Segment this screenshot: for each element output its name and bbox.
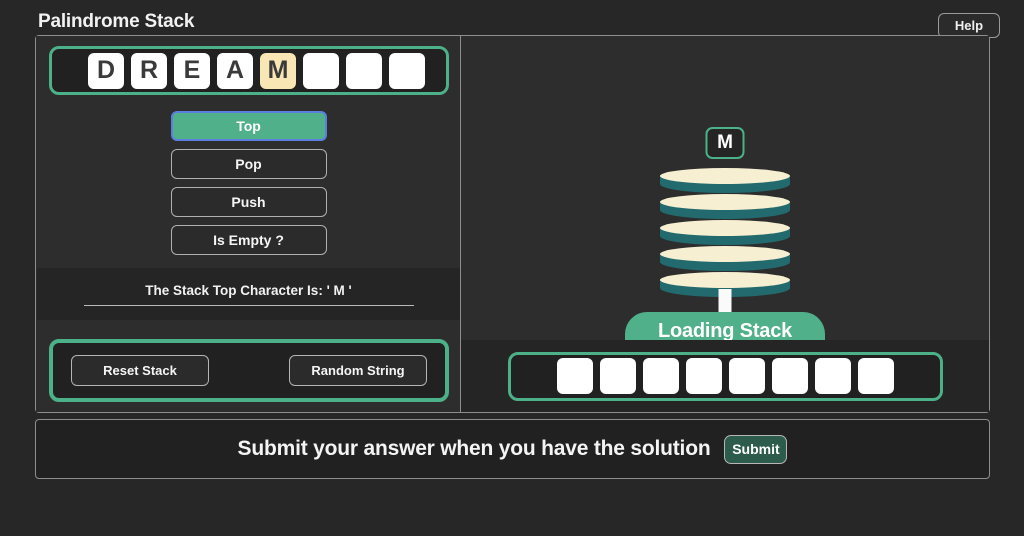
output-letter-tile[interactable] <box>556 358 593 394</box>
op-button-pop[interactable]: Pop <box>170 149 327 179</box>
input-letter-tile[interactable]: D <box>88 52 124 89</box>
submit-button[interactable]: Submit <box>724 434 788 464</box>
op-button-push[interactable]: Push <box>170 187 327 217</box>
stack-operation-list: Top Pop Push Is Empty ? <box>36 111 461 255</box>
submit-bar: Submit your answer when you have the sol… <box>35 419 990 479</box>
op-button-top[interactable]: Top <box>170 111 327 141</box>
input-letter-tile[interactable] <box>346 52 382 89</box>
output-word-row <box>507 351 943 401</box>
output-letter-tile[interactable] <box>857 358 894 394</box>
stack-disk <box>660 220 790 246</box>
stack-disk-top <box>660 168 790 184</box>
status-strip: The Stack Top Character Is: ' M ' <box>37 268 460 320</box>
input-word-row: DREAM <box>49 46 449 95</box>
control-panel: DREAM Top Pop Push Is Empty ? The Stack Top… <box>36 36 461 412</box>
main-frame: DREAM Top Pop Push Is Empty ? The Stack Top… <box>35 35 990 413</box>
reset-stack-button[interactable]: Reset Stack <box>71 355 209 386</box>
input-tile-list: DREAM <box>88 52 425 89</box>
output-tile-list <box>556 358 894 394</box>
input-letter-tile[interactable]: R <box>131 52 167 89</box>
stack-graphic: M Loading Stack <box>595 36 855 350</box>
output-letter-tile[interactable] <box>685 358 722 394</box>
stack-disk-top <box>660 246 790 262</box>
output-letter-tile[interactable] <box>728 358 765 394</box>
visualization-panel: M Loading Stack <box>461 36 989 412</box>
stack-disk-top <box>660 194 790 210</box>
status-divider <box>83 304 414 306</box>
random-string-button[interactable]: Random String <box>289 355 427 386</box>
utility-control-group: Reset Stack Random String <box>49 339 449 402</box>
input-letter-tile[interactable]: A <box>217 52 253 89</box>
output-letter-tile[interactable] <box>642 358 679 394</box>
submit-prompt: Submit your answer when you have the sol… <box>237 437 711 460</box>
input-letter-tile[interactable] <box>303 52 339 89</box>
input-letter-tile[interactable]: M <box>260 52 296 89</box>
stack-visualization: M Loading Stack <box>461 36 989 373</box>
stack-top-badge: M <box>705 127 745 159</box>
input-letter-tile[interactable] <box>389 52 425 89</box>
output-letter-tile[interactable] <box>599 358 636 394</box>
title-bar: Palindrome Stack Help <box>0 0 1024 38</box>
stack-disk-top <box>660 220 790 236</box>
output-letter-tile[interactable] <box>771 358 808 394</box>
op-button-is-empty[interactable]: Is Empty ? <box>170 225 327 255</box>
stack-disk <box>660 168 790 194</box>
status-message: The Stack Top Character Is: ' M ' <box>145 282 352 298</box>
page-title: Palindrome Stack <box>38 11 195 32</box>
stack-disk <box>660 194 790 220</box>
input-letter-tile[interactable]: E <box>174 52 210 89</box>
stack-disk-top <box>660 272 790 288</box>
palindrome-stack-app: Palindrome Stack Help DREAM Top Pop Push Is… <box>0 0 1024 536</box>
stack-disk <box>660 246 790 272</box>
output-band <box>461 340 989 412</box>
output-letter-tile[interactable] <box>814 358 851 394</box>
